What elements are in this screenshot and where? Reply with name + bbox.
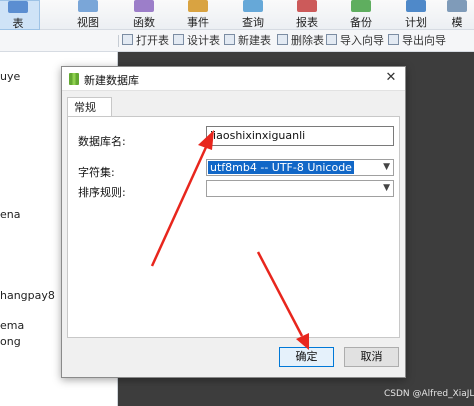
backup-icon: [351, 0, 371, 12]
ribbon-model-button[interactable]: 模: [440, 0, 474, 30]
main-ribbon: 表 视图 函数 事件 查询 报表 备份 计划 模: [0, 0, 474, 30]
event-icon: [188, 0, 208, 12]
ribbon-report-button[interactable]: 报表: [285, 0, 329, 30]
query-icon: [243, 0, 263, 12]
ribbon-query-button[interactable]: 查询: [231, 0, 275, 30]
ribbon-view-button[interactable]: 视图: [66, 0, 110, 30]
chevron-down-icon[interactable]: ▼: [383, 160, 390, 175]
tree-item[interactable]: ong: [0, 335, 21, 348]
ribbon-backup-button[interactable]: 备份: [339, 0, 383, 30]
charset-label: 字符集:: [78, 166, 115, 179]
open-table-icon: [122, 34, 133, 45]
watermark: CSDN @Alfred_XiaJL: [384, 389, 474, 399]
dialog-title: 新建数据库: [84, 74, 139, 87]
import-icon: [326, 34, 337, 45]
import-wizard-button[interactable]: 导入向导: [326, 33, 384, 49]
delete-table-button[interactable]: 删除表: [277, 33, 324, 49]
cancel-button[interactable]: 取消: [344, 347, 399, 367]
collation-select[interactable]: ▼: [206, 180, 394, 197]
general-tab-panel: 数据库名: jiaoshixinxiguanli 字符集: utf8mb4 --…: [67, 116, 400, 338]
model-icon: [447, 0, 467, 12]
collation-value: [208, 182, 212, 195]
export-wizard-button[interactable]: 导出向导: [388, 33, 446, 49]
view-icon: [78, 0, 98, 12]
ok-button[interactable]: 确定: [279, 347, 334, 367]
new-table-button[interactable]: 新建表: [224, 33, 271, 49]
design-table-button[interactable]: 设计表: [173, 33, 220, 49]
tab-general[interactable]: 常规: [67, 97, 112, 117]
tree-item[interactable]: uye: [0, 70, 20, 83]
database-name-label: 数据库名:: [78, 135, 126, 148]
charset-select[interactable]: utf8mb4 -- UTF-8 Unicode ▼: [206, 159, 394, 176]
ribbon-table-button[interactable]: 表: [0, 0, 40, 30]
schedule-icon: [406, 0, 426, 12]
design-table-icon: [173, 34, 184, 45]
charset-value: utf8mb4 -- UTF-8 Unicode: [208, 161, 354, 174]
ribbon-schedule-button[interactable]: 计划: [394, 0, 438, 30]
toolbar-divider: [118, 35, 119, 47]
table-icon: [8, 1, 28, 13]
open-table-button[interactable]: 打开表: [122, 33, 169, 49]
new-table-icon: [224, 34, 235, 45]
delete-table-icon: [277, 34, 288, 45]
ribbon-event-button[interactable]: 事件: [176, 0, 220, 30]
dialog-title-bar: 新建数据库 ✕: [62, 67, 405, 91]
chevron-down-icon[interactable]: ▼: [383, 181, 390, 196]
new-database-dialog: 新建数据库 ✕ 常规 数据库名: jiaoshixinxiguanli 字符集:…: [61, 66, 406, 378]
function-icon: [134, 0, 154, 12]
tree-item[interactable]: ema: [0, 319, 24, 332]
tree-item[interactable]: hangpay8: [0, 289, 55, 302]
database-name-input[interactable]: jiaoshixinxiguanli: [206, 126, 394, 146]
export-icon: [388, 34, 399, 45]
tree-item[interactable]: ena: [0, 208, 20, 221]
close-icon[interactable]: ✕: [383, 70, 399, 86]
navicat-app-icon: [69, 73, 79, 85]
report-icon: [297, 0, 317, 12]
collation-label: 排序规则:: [78, 186, 126, 199]
ribbon-function-button[interactable]: 函数: [122, 0, 166, 30]
object-toolbar: 打开表 设计表 新建表 删除表 导入向导 导出向导: [0, 30, 474, 52]
